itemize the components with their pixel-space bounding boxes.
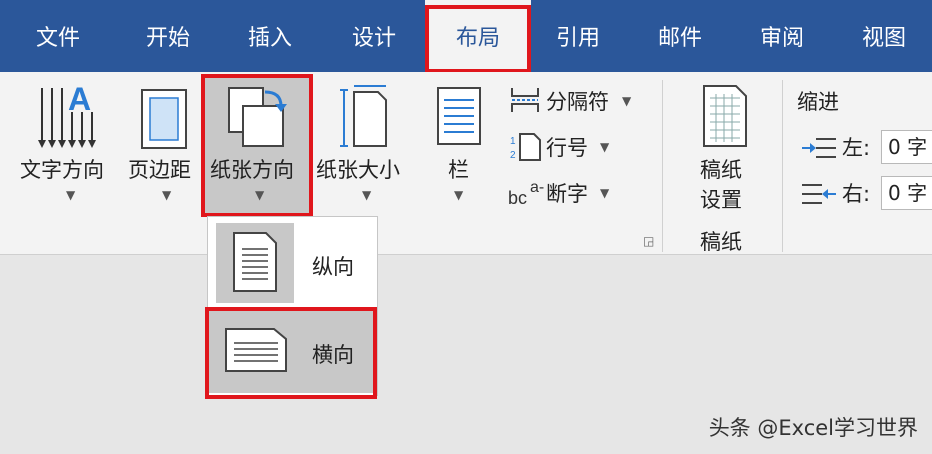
indent-left-icon [802, 138, 836, 158]
hyphenation-label: 断字 [546, 182, 588, 206]
paper-size-icon [340, 85, 387, 147]
text-direction-label: 文字方向 [20, 158, 104, 182]
margins-button[interactable]: 页边距 ▼ [124, 78, 208, 208]
watermark: 头条 @Excel学习世界 [708, 416, 918, 440]
svg-text:2: 2 [510, 150, 516, 161]
margins-label: 页边距 [128, 158, 191, 182]
indent-right-input[interactable]: 0 字 [881, 176, 932, 210]
margins-icon [141, 89, 187, 149]
portrait-menu-item[interactable]: 纵向 [208, 223, 377, 305]
svg-text:bc: bc [508, 188, 527, 208]
columns-icon [437, 87, 481, 145]
indent-right-icon [802, 184, 836, 204]
tab-review[interactable]: 审阅 [742, 0, 822, 72]
text-direction-button[interactable]: A 文字方向 ▼ [18, 78, 122, 208]
tab-view[interactable]: 视图 [844, 0, 924, 72]
indent-right-label: 右: [842, 182, 871, 206]
line-numbers-icon: 1 2 [510, 133, 541, 161]
draft-group-label: 稿纸 [700, 230, 742, 254]
columns-button[interactable]: 栏 ▼ [430, 78, 492, 208]
indent-left-input[interactable]: 0 字 [881, 130, 932, 164]
indent-left-label: 左: [842, 136, 871, 160]
portrait-page-icon [233, 232, 277, 292]
breaks-button[interactable]: 分隔符 ▼ [508, 84, 638, 118]
line-numbers-label: 行号 [546, 136, 588, 160]
tab-file[interactable]: 文件 [18, 0, 98, 72]
tab-mailings[interactable]: 邮件 [640, 0, 720, 72]
chevron-down-icon: ▼ [622, 94, 632, 108]
hyphenation-button[interactable]: bc a- 断字 ▼ [508, 176, 618, 210]
chevron-down-icon: ▼ [162, 188, 172, 202]
hyphenation-icon: bc a- [508, 179, 544, 208]
draft-setup-button[interactable]: 稿纸 设置 [690, 80, 760, 212]
columns-label: 栏 [448, 158, 469, 182]
group-divider [662, 80, 663, 252]
portrait-label: 纵向 [312, 255, 354, 279]
chevron-down-icon: ▼ [362, 188, 372, 202]
svg-text:1: 1 [510, 136, 516, 147]
svg-text:a-: a- [530, 179, 544, 196]
tab-references[interactable]: 引用 [538, 0, 618, 72]
chevron-down-icon: ▼ [66, 188, 76, 202]
breaks-icon [511, 88, 539, 112]
chevron-down-icon: ▼ [600, 186, 610, 200]
indent-group-label: 缩进 [797, 90, 839, 114]
size-label: 纸张大小 [316, 158, 400, 182]
svg-text:A: A [68, 82, 91, 117]
orientation-highlight [201, 74, 313, 217]
page-setup-launcher-icon[interactable]: ◲ [643, 234, 654, 248]
tab-insert[interactable]: 插入 [230, 0, 310, 72]
landscape-highlight [205, 307, 377, 399]
text-direction-icon: A [38, 82, 96, 148]
draft-setup-label-line2: 设置 [700, 188, 742, 212]
size-button[interactable]: 纸张大小 ▼ [316, 78, 416, 208]
tab-design[interactable]: 设计 [334, 0, 414, 72]
line-numbers-button[interactable]: 1 2 行号 ▼ [508, 130, 618, 164]
tab-home[interactable]: 开始 [128, 0, 208, 72]
draft-setup-label-line1: 稿纸 [700, 158, 742, 182]
draft-paper-icon [703, 85, 747, 147]
chevron-down-icon: ▼ [600, 140, 610, 154]
breaks-label: 分隔符 [546, 90, 609, 114]
layout-tab-highlight [425, 5, 531, 73]
group-divider [782, 80, 783, 252]
chevron-down-icon: ▼ [454, 188, 464, 202]
